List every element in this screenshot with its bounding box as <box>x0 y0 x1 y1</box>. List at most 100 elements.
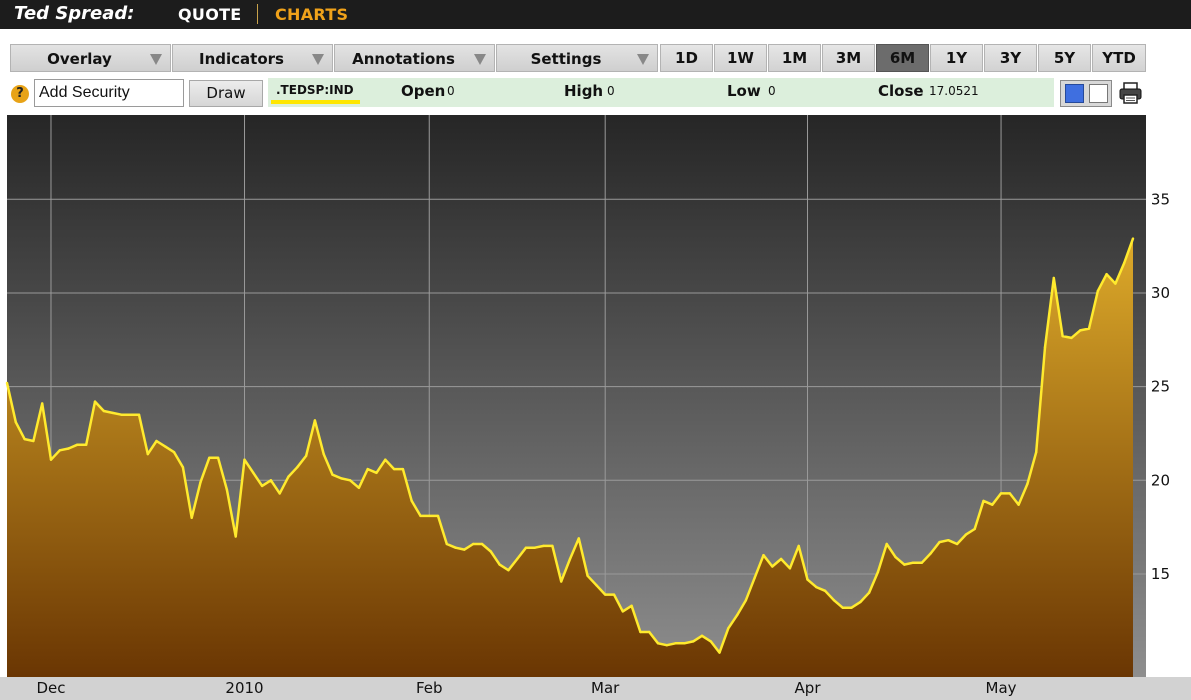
data-point <box>1131 237 1135 240</box>
data-point <box>779 557 783 561</box>
indicators-dropdown[interactable]: Indicators <box>172 44 333 72</box>
data-point <box>903 563 906 566</box>
data-point <box>1017 503 1020 506</box>
range-5y-button[interactable]: 5Y <box>1038 44 1091 72</box>
annotations-label: Annotations <box>352 50 455 68</box>
y-tick-label: 25 <box>1151 378 1170 396</box>
close-value: 17.0521 <box>929 84 979 98</box>
price-chart[interactable]: 15 20 25 30 35 Dec 2010 Feb Mar Apr May <box>0 112 1191 700</box>
data-point <box>480 542 484 546</box>
data-point <box>129 413 132 416</box>
x-tick-label: Apr <box>795 679 822 697</box>
data-point <box>683 642 686 645</box>
overlay-dropdown[interactable]: Overlay <box>10 44 171 72</box>
data-point <box>5 381 9 385</box>
symbol-label: .TEDSP:IND <box>276 83 354 97</box>
data-point <box>991 503 994 506</box>
data-point <box>296 466 299 469</box>
data-point <box>410 499 413 503</box>
data-point <box>181 466 185 469</box>
quote-bar: .TEDSP:IND Open 0 High 0 Low 0 Close 17.… <box>268 78 1054 107</box>
data-point <box>85 443 88 446</box>
data-point <box>401 467 405 471</box>
data-point <box>832 599 836 602</box>
color-swatch-icon[interactable] <box>1060 80 1112 107</box>
data-point <box>735 614 739 617</box>
data-point <box>76 443 79 446</box>
chevron-down-icon <box>312 54 324 65</box>
range-6m-button[interactable]: 6M <box>876 44 929 72</box>
data-point <box>313 419 317 422</box>
data-point <box>1105 273 1108 276</box>
data-point <box>164 445 167 448</box>
data-point <box>859 600 862 604</box>
data-point <box>1114 282 1117 285</box>
data-point <box>507 569 510 572</box>
nav-divider <box>257 4 258 24</box>
blue-theme-swatch[interactable] <box>1065 84 1084 103</box>
settings-dropdown[interactable]: Settings <box>496 44 658 72</box>
white-theme-swatch[interactable] <box>1089 84 1108 103</box>
data-point <box>392 467 396 471</box>
annotations-dropdown[interactable]: Annotations <box>334 44 495 72</box>
chevron-down-icon <box>150 54 162 65</box>
data-point <box>304 454 308 458</box>
data-point <box>322 452 325 456</box>
data-point <box>1035 451 1038 454</box>
data-point <box>630 604 633 607</box>
data-point <box>1008 492 1011 495</box>
data-point <box>709 640 712 643</box>
y-tick-label: 30 <box>1151 284 1170 302</box>
data-point <box>938 540 941 544</box>
data-point <box>674 642 677 645</box>
data-point <box>876 570 880 574</box>
data-point <box>331 473 334 476</box>
data-point <box>463 548 466 551</box>
range-1w-button[interactable]: 1W <box>714 44 767 72</box>
data-point <box>102 409 106 413</box>
printer-icon[interactable] <box>1118 81 1144 105</box>
data-point <box>1043 346 1047 349</box>
nav-charts-link[interactable]: CHARTS <box>275 5 348 24</box>
data-point <box>445 542 448 546</box>
data-point <box>93 400 97 403</box>
data-point <box>639 630 642 634</box>
data-point <box>823 589 827 592</box>
draw-button[interactable]: Draw <box>189 80 263 107</box>
data-point <box>190 516 193 519</box>
help-icon[interactable]: ? <box>11 85 29 103</box>
data-point <box>489 550 492 553</box>
nav-quote-link[interactable]: QUOTE <box>178 5 242 24</box>
y-tick-label: 15 <box>1151 565 1170 583</box>
data-point <box>665 644 668 647</box>
data-point <box>278 492 281 495</box>
data-point <box>560 580 563 583</box>
x-tick-label: 2010 <box>225 679 263 697</box>
series-color-swatch <box>271 100 360 104</box>
data-point <box>208 456 211 459</box>
data-point <box>806 578 809 581</box>
x-tick-label: Mar <box>591 679 620 697</box>
data-point <box>419 514 422 518</box>
range-3m-button[interactable]: 3M <box>822 44 875 72</box>
data-point <box>577 537 580 540</box>
data-point <box>269 479 273 482</box>
data-point <box>727 627 730 630</box>
data-point <box>551 544 554 548</box>
x-tick-label: Dec <box>36 679 65 697</box>
range-ytd-button[interactable]: YTD <box>1092 44 1146 72</box>
range-1d-button[interactable]: 1D <box>660 44 713 72</box>
data-point <box>234 535 237 538</box>
data-point <box>973 527 976 531</box>
x-tick-label: May <box>986 679 1017 697</box>
range-3y-button[interactable]: 3Y <box>984 44 1037 72</box>
range-1y-button[interactable]: 1Y <box>930 44 983 72</box>
data-point <box>357 486 361 489</box>
data-point <box>621 610 624 613</box>
data-point <box>49 458 53 461</box>
y-tick-label: 35 <box>1151 190 1170 208</box>
range-1m-button[interactable]: 1M <box>768 44 821 72</box>
chevron-down-icon <box>474 54 486 65</box>
data-point <box>612 593 616 596</box>
add-security-input[interactable] <box>34 79 184 107</box>
